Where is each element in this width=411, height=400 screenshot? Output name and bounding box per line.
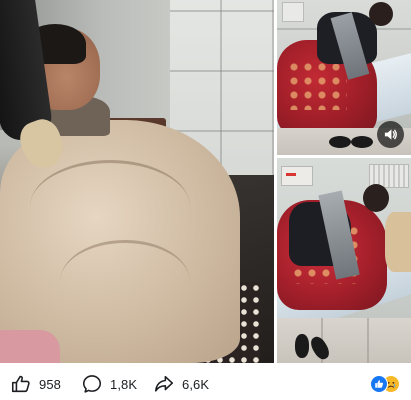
speech-bubble-icon [81, 373, 103, 395]
bottom-right-photo[interactable] [277, 158, 411, 363]
sound-button[interactable] [377, 121, 404, 148]
share-arrow-icon [153, 373, 175, 395]
post-action-bar: 958 1,8K 6,6K [0, 368, 411, 400]
like-button[interactable]: 958 [10, 372, 61, 396]
wall-panel [282, 2, 304, 22]
share-button[interactable]: 6,6K [153, 372, 209, 396]
like-count: 958 [39, 376, 61, 392]
comment-count: 1,8K [110, 376, 138, 392]
slipper [351, 136, 373, 148]
speaker-icon [384, 129, 397, 140]
like-reaction-icon [370, 375, 388, 393]
slipper [329, 136, 351, 148]
slipper [295, 334, 309, 358]
pink-cloth [0, 330, 60, 363]
post-media [0, 0, 411, 365]
wall-panel [281, 166, 313, 186]
helper-arm [385, 212, 411, 272]
share-count: 6,6K [182, 376, 210, 392]
person-head [363, 184, 389, 212]
person-head [369, 2, 393, 26]
comment-button[interactable]: 1,8K [81, 372, 137, 396]
thumbs-up-icon [10, 373, 32, 395]
main-photo[interactable] [0, 0, 274, 363]
reaction-summary[interactable] [370, 375, 402, 393]
